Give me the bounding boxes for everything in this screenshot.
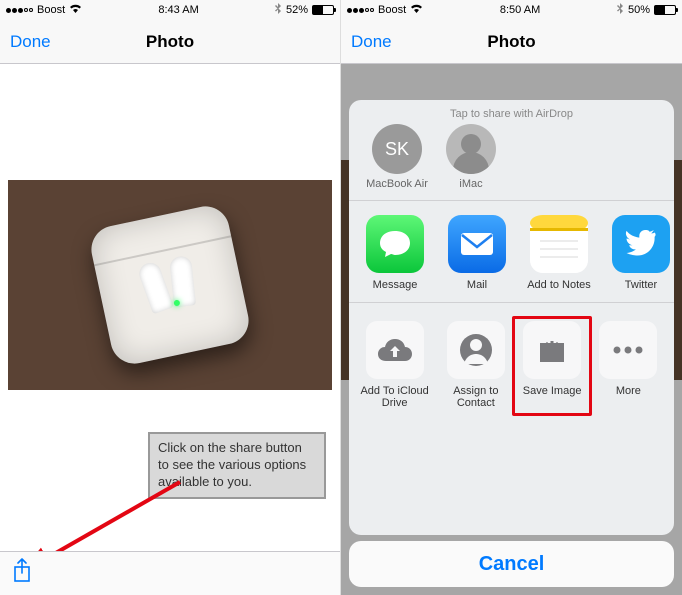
screenshot-left: Boost 8:43 AM 52% Done Photo Click on th…	[0, 0, 341, 595]
action-label: Save Image	[523, 385, 582, 411]
battery-icon	[654, 5, 676, 15]
wifi-icon	[410, 3, 423, 17]
signal-dots-icon	[347, 8, 374, 13]
airdrop-header-label: Tap to share with AirDrop	[349, 100, 674, 124]
photo-image	[8, 180, 332, 390]
airdrop-target[interactable]: iMac	[439, 124, 503, 190]
share-action-row[interactable]: Add To iCloud Drive Assign to Contact Sa…	[349, 303, 674, 425]
battery-icon	[312, 5, 334, 15]
app-label: Twitter	[625, 279, 657, 292]
airdrop-target-label: MacBook Air	[366, 178, 428, 190]
done-button[interactable]: Done	[10, 32, 51, 52]
airdrop-target-label: iMac	[459, 178, 482, 190]
clock-label: 8:43 AM	[158, 4, 198, 16]
status-bar: Boost 8:43 AM 52%	[0, 0, 340, 20]
share-app-mail[interactable]: Mail	[437, 215, 517, 292]
share-app-message[interactable]: Message	[355, 215, 435, 292]
share-icon[interactable]	[12, 558, 32, 589]
contact-silhouette-icon	[447, 321, 505, 379]
signal-dots-icon	[6, 8, 33, 13]
done-button[interactable]: Done	[351, 32, 392, 52]
airdrop-target[interactable]: SK MacBook Air	[365, 124, 429, 190]
bluetooth-icon	[617, 3, 624, 18]
nav-bar: Done Photo	[0, 20, 340, 64]
action-more[interactable]: More	[589, 321, 668, 411]
twitter-app-icon	[612, 215, 670, 273]
photo-viewer[interactable]	[8, 180, 332, 390]
clock-label: 8:50 AM	[500, 4, 540, 16]
carrier-label: Boost	[37, 4, 65, 16]
carrier-label: Boost	[378, 4, 406, 16]
app-label: Message	[373, 279, 418, 292]
screenshot-right: Boost 8:50 AM 50% Done Photo Tap to shar…	[341, 0, 682, 595]
battery-pct-label: 52%	[286, 4, 308, 16]
action-assign-contact[interactable]: Assign to Contact	[436, 321, 515, 411]
avatar-initials-icon: SK	[372, 124, 422, 174]
nav-bar: Done Photo	[341, 20, 682, 64]
action-label: Add To iCloud Drive	[355, 385, 434, 411]
bottom-toolbar	[0, 551, 340, 595]
bluetooth-icon	[275, 3, 282, 18]
notes-app-icon	[530, 215, 588, 273]
share-app-notes[interactable]: Add to Notes	[519, 215, 599, 292]
app-label: Add to Notes	[527, 279, 591, 292]
page-title: Photo	[146, 32, 194, 52]
cancel-label: Cancel	[479, 553, 545, 576]
share-app-row[interactable]: Message Mail Add to Notes Twitter	[349, 201, 674, 302]
share-app-twitter[interactable]: Twitter	[601, 215, 674, 292]
message-app-icon	[366, 215, 424, 273]
mail-app-icon	[448, 215, 506, 273]
airdrop-row: SK MacBook Air iMac	[349, 124, 674, 200]
action-save-image[interactable]: Save Image	[512, 316, 591, 416]
action-label: Assign to Contact	[436, 385, 515, 411]
action-add-icloud[interactable]: Add To iCloud Drive	[355, 321, 434, 411]
status-bar: Boost 8:50 AM 50%	[341, 0, 682, 20]
wifi-icon	[69, 3, 82, 17]
page-title: Photo	[487, 32, 535, 52]
action-label: More	[616, 385, 641, 411]
share-sheet: Tap to share with AirDrop SK MacBook Air…	[349, 100, 674, 535]
icloud-upload-icon	[366, 321, 424, 379]
battery-pct-label: 50%	[628, 4, 650, 16]
avatar-silhouette-icon	[446, 124, 496, 174]
app-label: Mail	[467, 279, 487, 292]
more-dots-icon	[599, 321, 657, 379]
cancel-button[interactable]: Cancel	[349, 541, 674, 587]
save-image-icon	[523, 321, 581, 379]
